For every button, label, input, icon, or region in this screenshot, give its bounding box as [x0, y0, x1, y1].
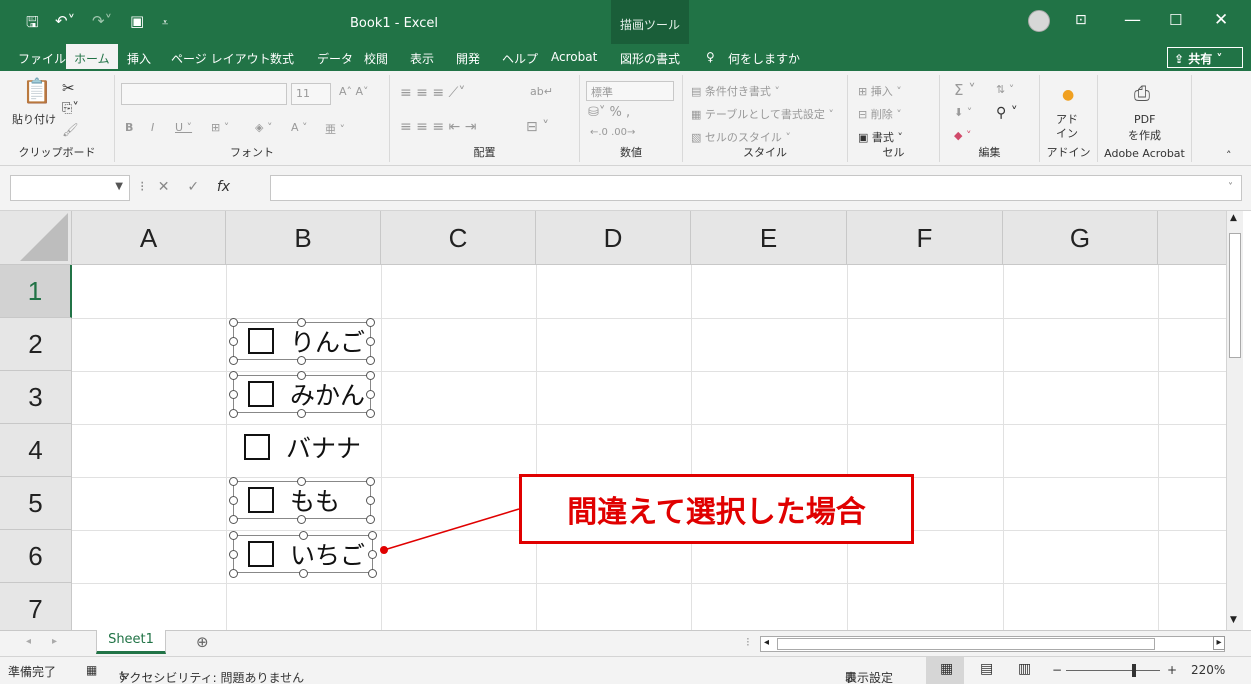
horizontal-scrollbar[interactable]: ◂ [760, 636, 1225, 652]
zoom-level[interactable]: 220% [1191, 663, 1225, 677]
status-bar: 準備完了 ▦ ♿ アクセシビリティ: 問題ありません ▥ 表示設定 ▦ ▤ ▥ … [0, 656, 1251, 684]
scroll-up-icon[interactable]: ▲ [1230, 213, 1237, 223]
page-layout-view-icon[interactable]: ▤ [980, 661, 993, 677]
status-ready: 準備完了 [8, 665, 57, 679]
scroll-down-icon[interactable]: ▼ [1230, 615, 1237, 625]
page-break-view-icon[interactable]: ▥ [1018, 661, 1031, 677]
scroll-right-icon[interactable]: ▸ [1213, 636, 1225, 650]
scroll-left-icon[interactable]: ◂ [764, 637, 769, 648]
zoom-slider-thumb[interactable] [1132, 664, 1136, 677]
sheet-tab-bar: ◂ ▸ Sheet1 ⊕ ⁝ ◂ ▸ [0, 630, 1251, 656]
vertical-scrollbar[interactable]: ▲ ▼ [1226, 211, 1243, 630]
hscroll-thumb[interactable] [777, 638, 1155, 650]
sheet-tab-sheet1[interactable]: Sheet1 [96, 630, 166, 654]
display-settings-label: 表示設定 [845, 671, 894, 684]
macro-record-icon[interactable]: ▦ [86, 663, 97, 677]
split-handle-icon[interactable]: ⁝ [746, 635, 750, 649]
add-sheet-icon[interactable]: ⊕ [196, 633, 209, 651]
annotation-pointer [380, 508, 520, 554]
accessibility-label: アクセシビリティ: 問題ありません [118, 671, 305, 684]
zoom-slider[interactable] [1066, 670, 1160, 671]
sheet-nav-prev-icon[interactable]: ◂ [26, 636, 31, 647]
annotation-callout: 間違えて選択した場合 [519, 474, 914, 544]
zoom-in-icon[interactable]: + [1167, 663, 1177, 677]
zoom-out-icon[interactable]: − [1052, 663, 1062, 677]
scroll-thumb[interactable] [1229, 233, 1241, 358]
sheet-nav-next-icon[interactable]: ▸ [52, 636, 57, 647]
normal-view-icon: ▦ [940, 661, 954, 677]
